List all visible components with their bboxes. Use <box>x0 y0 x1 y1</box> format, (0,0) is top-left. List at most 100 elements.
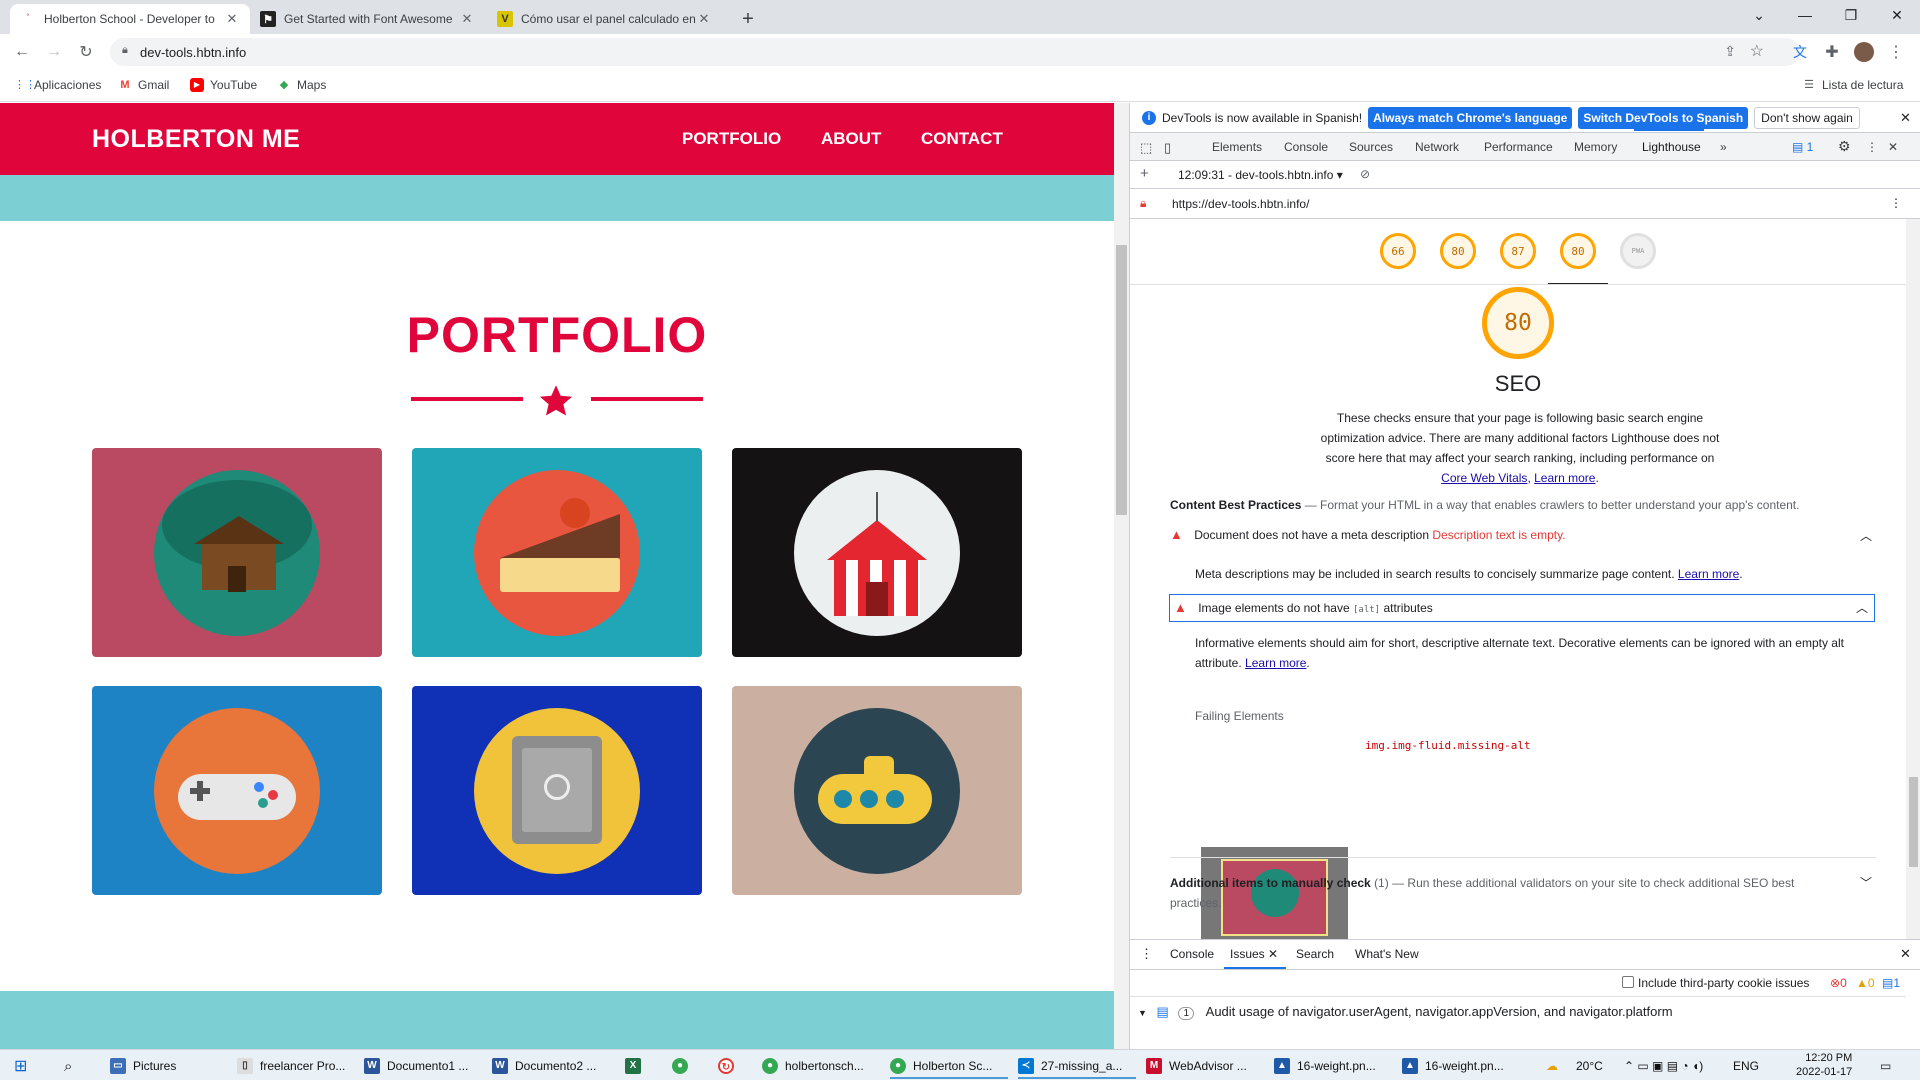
avatar[interactable] <box>1850 38 1878 66</box>
taskbar-16-weight-2[interactable]: ▲ 16-weight.pn... <box>1402 1056 1504 1076</box>
tab-sources[interactable]: Sources <box>1349 140 1393 154</box>
close-tab-icon[interactable]: ✕ <box>696 11 712 27</box>
tab-console[interactable]: Console <box>1284 140 1328 154</box>
settings-gear-icon[interactable]: ⚙ <box>1838 138 1851 155</box>
dont-show-again-button[interactable]: Don't show again <box>1754 106 1860 129</box>
device-toolbar-icon[interactable]: ▯ <box>1164 140 1171 156</box>
input-language[interactable]: ENG <box>1733 1056 1759 1076</box>
bookmark-maps[interactable]: ◆ Maps <box>277 78 327 92</box>
tab-network[interactable]: Network <box>1415 140 1459 154</box>
back-icon[interactable]: ← <box>8 38 36 66</box>
tab-search-icon[interactable]: ⌄ <box>1736 0 1782 30</box>
learn-more-link[interactable]: Learn more <box>1245 656 1306 670</box>
bookmark-youtube[interactable]: ▶ YouTube <box>190 78 257 92</box>
portfolio-card-submarine[interactable] <box>732 686 1022 895</box>
reading-list[interactable]: ☰ Lista de lectura <box>1802 78 1903 92</box>
taskbar-excel[interactable]: X <box>625 1056 648 1076</box>
learn-more-link[interactable]: Learn more <box>1678 567 1739 581</box>
extensions-icon[interactable]: ✚ <box>1818 38 1846 66</box>
bookmark-star-icon[interactable]: ☆ <box>1750 41 1764 61</box>
minimize-button[interactable]: — <box>1782 0 1828 30</box>
inspect-element-icon[interactable]: ⬚ <box>1140 140 1152 156</box>
core-web-vitals-link[interactable]: Core Web Vitals <box>1441 471 1527 485</box>
tab-lighthouse[interactable]: Lighthouse <box>1642 140 1701 154</box>
taskbar-pictures[interactable]: ▭ Pictures <box>110 1056 176 1076</box>
score-gauge-best-practices[interactable]: 87 <box>1500 233 1536 269</box>
drawer-menu-icon[interactable]: ⋮ <box>1140 946 1153 962</box>
more-tabs-icon[interactable]: » <box>1720 140 1727 154</box>
report-menu-icon[interactable]: ⋮ <box>1890 196 1902 210</box>
close-window-button[interactable]: ✕ <box>1874 0 1920 30</box>
menu-kebab-icon[interactable]: ⋮ <box>1882 38 1910 66</box>
bookmark-gmail[interactable]: M Gmail <box>118 78 169 92</box>
taskbar-chrome[interactable]: ● <box>672 1056 695 1076</box>
manual-checks-group[interactable]: Additional items to manually check (1) —… <box>1170 873 1874 913</box>
drawer-tab-issues[interactable]: Issues ✕ <box>1230 947 1278 961</box>
weather-icon[interactable]: ☁ <box>1546 1056 1558 1076</box>
nav-contact[interactable]: CONTACT <box>921 129 1003 149</box>
system-tray-icons[interactable]: ⌃ ▭ ▣ ▤ ◔ ◖) <box>1624 1056 1703 1076</box>
portfolio-card-safe[interactable] <box>412 686 702 895</box>
drawer-tab-search[interactable]: Search <box>1296 947 1334 961</box>
maximize-button[interactable]: ❐ <box>1828 0 1874 30</box>
report-url[interactable]: https://dev-tools.hbtn.info/ <box>1172 197 1309 211</box>
close-drawer-icon[interactable]: ✕ <box>1900 946 1911 962</box>
audit-image-alt[interactable]: ▲ Image elements do not have [alt] attri… <box>1169 594 1875 622</box>
notifications-icon[interactable]: ▭ <box>1880 1056 1891 1076</box>
score-gauge-seo[interactable]: 80 <box>1560 233 1596 269</box>
clear-report-icon[interactable]: ⊘ <box>1360 167 1370 181</box>
site-brand[interactable]: HOLBERTON ME <box>92 125 300 154</box>
bookmark-apps[interactable]: ⋮⋮ Aplicaciones <box>14 78 101 92</box>
tab-font-awesome[interactable]: ⚑ Get Started with Font Awesome ✕ <box>250 4 485 34</box>
weather-temp[interactable]: 20°C <box>1576 1056 1603 1076</box>
reload-icon[interactable]: ↻ <box>72 38 100 66</box>
page-scrollbar-thumb[interactable] <box>1116 245 1127 515</box>
close-tab-icon[interactable]: ✕ <box>459 11 475 27</box>
nav-about[interactable]: ABOUT <box>821 129 881 149</box>
chevron-down-icon[interactable]: ﹀ <box>1860 873 1872 893</box>
switch-devtools-language-button[interactable]: Switch DevTools to Spanish <box>1578 106 1749 129</box>
failing-selector[interactable]: img.img-fluid.missing-alt <box>1365 739 1665 752</box>
score-gauge-performance[interactable]: 66 <box>1380 233 1416 269</box>
tab-memory[interactable]: Memory <box>1574 140 1617 154</box>
report-selector[interactable]: 12:09:31 - dev-tools.hbtn.info ▾ <box>1178 168 1343 182</box>
address-bar[interactable]: 🔒︎ dev-tools.hbtn.info ⇪ ☆ <box>110 38 1800 66</box>
tab-holberton[interactable]: ʾ Holberton School - Developer to ✕ <box>10 4 250 34</box>
chevron-up-icon[interactable]: ︿ <box>1860 527 1872 544</box>
tab-elements[interactable]: Elements <box>1212 140 1262 154</box>
score-gauge-accessibility[interactable]: 80 <box>1440 233 1476 269</box>
tab-power-bi[interactable]: V Cómo usar el panel calculado en ✕ <box>487 4 722 34</box>
taskbar-holberton-sc[interactable]: ● Holberton Sc... <box>890 1056 992 1076</box>
devtools-menu-icon[interactable]: ⋮ <box>1866 140 1878 154</box>
taskbar-app[interactable]: ↻ <box>718 1056 741 1076</box>
taskbar-documento2[interactable]: W Documento2 ... <box>492 1056 596 1076</box>
devtools-scrollbar[interactable] <box>1906 219 1920 939</box>
forward-icon[interactable]: → <box>40 38 68 66</box>
portfolio-card-cake[interactable] <box>412 448 702 657</box>
taskbar-vscode[interactable]: ≺ 27-missing_a... <box>1018 1056 1122 1076</box>
portfolio-card-circus[interactable] <box>732 448 1022 657</box>
taskbar-documento1[interactable]: W Documento1 ... <box>364 1056 468 1076</box>
start-windows-icon[interactable]: ⊞ <box>14 1056 27 1076</box>
always-match-language-button[interactable]: Always match Chrome's language <box>1368 106 1573 129</box>
drawer-tab-console[interactable]: Console <box>1170 947 1214 961</box>
close-drawer-tab-icon[interactable]: ✕ <box>1268 947 1278 961</box>
taskbar-webadvisor[interactable]: M WebAdvisor ... <box>1146 1056 1247 1076</box>
portfolio-card-cabin[interactable] <box>92 448 382 657</box>
chevron-up-icon[interactable]: ︿ <box>1856 599 1868 616</box>
clock[interactable]: 12:20 PM 2022-01-17 <box>1796 1051 1852 1080</box>
search-icon[interactable]: ⌕ <box>64 1056 72 1076</box>
devtools-scrollbar-thumb[interactable] <box>1909 777 1918 867</box>
share-icon[interactable]: ⇪ <box>1724 43 1736 60</box>
translate-icon[interactable]: 文 <box>1786 38 1814 66</box>
tab-performance[interactable]: Performance <box>1484 140 1553 154</box>
drawer-tab-whats-new[interactable]: What's New <box>1355 947 1419 961</box>
new-report-icon[interactable]: + <box>1140 165 1149 182</box>
taskbar-holbertonsch[interactable]: ● holbertonsch... <box>762 1056 864 1076</box>
issues-counter-badge[interactable]: ▤ 1 <box>1792 140 1813 154</box>
third-party-checkbox[interactable] <box>1622 976 1634 988</box>
portfolio-card-controller[interactable] <box>92 686 382 895</box>
taskbar-freelancer[interactable]: ▯ freelancer Pro... <box>237 1056 345 1076</box>
close-devtools-icon[interactable]: ✕ <box>1888 140 1898 154</box>
close-infobar-icon[interactable]: ✕ <box>1900 110 1911 126</box>
